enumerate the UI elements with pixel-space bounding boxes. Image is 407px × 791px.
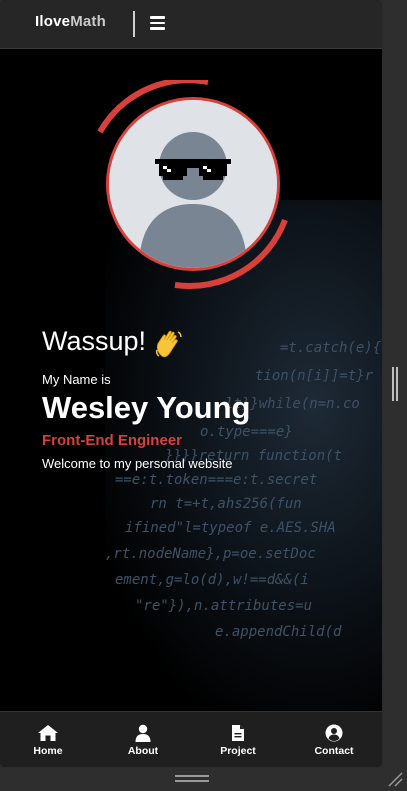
code-line: o.type===e}	[200, 424, 293, 440]
home-icon	[38, 725, 58, 741]
bottom-navigation: Home About Project Contact	[0, 711, 382, 767]
hamburger-icon[interactable]	[150, 16, 165, 30]
logo-bold: Ilove	[35, 13, 71, 30]
nav-label-project: Project	[220, 745, 256, 757]
nav-label-about: About	[127, 745, 159, 757]
code-line: "re"}),n.attributes=u	[135, 598, 313, 614]
header-divider	[133, 11, 135, 37]
person-name: Wesley Young	[42, 390, 251, 425]
site-logo[interactable]: IloveMath	[35, 13, 106, 30]
nav-item-project[interactable]: Project	[198, 712, 278, 767]
code-line: ifined"l=typeof e.AES.SHA	[125, 520, 336, 536]
nav-item-about[interactable]: About	[103, 712, 183, 767]
profile-picture	[106, 97, 280, 271]
code-line: =t.catch(e){re	[280, 340, 382, 356]
job-title: Front-End Engineer	[42, 432, 182, 449]
code-line: ement,g=lo(d),w!==d&&(i	[115, 572, 309, 588]
code-line: ,rt.nodeName},p=oe.setDoc	[105, 546, 316, 562]
user-icon	[135, 724, 151, 742]
resize-corner-icon[interactable]	[386, 770, 404, 788]
waving-hand-icon	[155, 330, 182, 358]
avatar	[90, 80, 290, 290]
greeting-text: Wassup!	[42, 326, 147, 356]
person-silhouette-icon	[109, 100, 277, 268]
code-line: e.appendChild(d	[215, 624, 342, 640]
code-line: ==e:t.token===e:t.secret	[115, 472, 318, 488]
code-line: rn t=+t,ahs256(fun	[150, 496, 302, 512]
app-window: =t.catch(e){re tion(n[i]]=t}r lt}}while(…	[0, 0, 382, 767]
resize-handle-vertical[interactable]	[392, 367, 398, 401]
account-circle-icon	[325, 724, 343, 742]
nav-label-contact: Contact	[314, 745, 354, 757]
intro-text: My Name is	[42, 372, 111, 387]
code-line: tion(n[i]]=t}r	[255, 368, 374, 384]
logo-rest: Math	[70, 13, 106, 30]
nav-label-home: Home	[33, 745, 63, 757]
document-icon	[232, 725, 244, 741]
top-bar: IloveMath	[0, 0, 382, 49]
welcome-text: Welcome to my personal website	[42, 456, 233, 471]
nav-item-home[interactable]: Home	[8, 712, 88, 767]
resize-handle-horizontal[interactable]	[175, 775, 209, 783]
nav-item-contact[interactable]: Contact	[294, 712, 374, 767]
